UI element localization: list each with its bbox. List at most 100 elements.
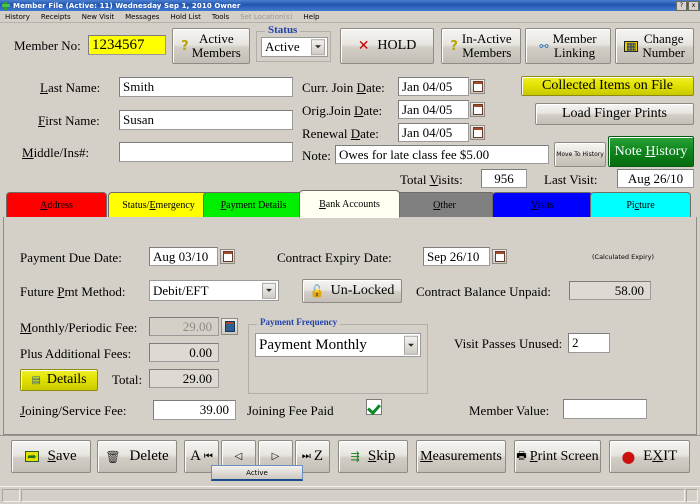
menu-item-hold-list[interactable]: Hold List <box>170 13 200 21</box>
payment-frequency-caption: Payment Frequency <box>257 317 341 327</box>
note-history-button[interactable]: Note History <box>608 136 694 167</box>
plus-additional-fees-value: 0.00 <box>149 343 219 362</box>
trash-icon: 🗑 <box>105 449 121 464</box>
nav-first-label: A <box>190 448 201 464</box>
first-record-icon: ⏮ <box>203 451 213 462</box>
save-disk-icon[interactable] <box>221 318 238 335</box>
menu-item-new-visit[interactable]: New Visit <box>82 13 114 21</box>
middle-ins-label: Middle/Ins#: <box>22 145 90 160</box>
calendar-icon[interactable] <box>470 79 485 94</box>
menu-item-messages[interactable]: Messages <box>125 13 159 21</box>
member-no-label: Member No: <box>14 38 81 53</box>
member-value-input[interactable] <box>563 399 647 419</box>
payment-due-date-label: Payment Due Date: <box>20 250 122 265</box>
move-to-history-label: Move To History <box>556 151 604 158</box>
payment-due-date-input[interactable]: Aug 03/10 <box>149 247 218 266</box>
red-circle-icon: ⬤ <box>621 449 636 464</box>
move-to-history-button[interactable]: Move To History <box>554 142 606 167</box>
help-button[interactable]: ? <box>676 1 687 11</box>
tab-bank-accounts[interactable]: Bank Accounts <box>299 190 400 218</box>
payment-frequency-select[interactable]: Payment Monthly <box>255 333 421 357</box>
menu-item-receipts[interactable]: Receipts <box>41 13 71 21</box>
member-value-label: Member Value: <box>469 403 550 418</box>
active-members-button[interactable]: ? Active MembersActiveMembers <box>172 28 250 64</box>
menu-item-help[interactable]: Help <box>304 13 320 21</box>
renewal-date-input[interactable]: Jan 04/05 <box>398 123 469 142</box>
tab-strip: Address Status/Emergency Payment Details… <box>0 190 700 218</box>
org-chart-icon: ⚯ <box>539 39 549 53</box>
status-select[interactable]: Active <box>261 37 328 57</box>
status-bar-resize-grip[interactable] <box>686 489 698 502</box>
window-title: Member File (Active: 11) Wednesday Sep 1… <box>13 1 241 10</box>
calendar-icon[interactable] <box>220 249 235 264</box>
details-button[interactable]: ▤ Details <box>20 369 98 391</box>
red-x-icon: ✕ <box>357 38 370 54</box>
active-members-label: Active MembersActiveMembers <box>191 31 241 60</box>
curr-join-date-input[interactable]: Jan 04/05 <box>398 77 469 96</box>
details-label: Details <box>46 372 87 387</box>
collected-items-label: Collected Items on File <box>541 78 674 93</box>
load-finger-prints-button[interactable]: Load Finger Prints <box>535 103 694 125</box>
tab-address[interactable]: Address <box>6 192 107 217</box>
contract-expiry-input[interactable]: Sep 26/10 <box>423 247 490 266</box>
active-record-tab[interactable]: Active <box>211 465 303 481</box>
first-name-input[interactable]: Susan <box>119 110 293 130</box>
calendar-icon[interactable] <box>492 249 507 264</box>
chevron-down-icon[interactable] <box>262 282 276 299</box>
tab-picture[interactable]: Picture <box>590 192 691 217</box>
save-button[interactable]: ➦ Save <box>11 440 91 473</box>
measurements-button[interactable]: Measurements <box>416 440 506 473</box>
chevron-down-icon[interactable] <box>311 39 325 55</box>
grid-keypad-icon: ▦ <box>623 39 639 53</box>
inactive-members-button[interactable]: ? In-Active MembersIn-ActiveMembers <box>441 28 521 64</box>
un-locked-button[interactable]: 🔓 Un-Locked <box>302 279 402 303</box>
previous-record-icon: ◁ <box>234 451 243 462</box>
joining-fee-input[interactable]: 39.00 <box>153 400 236 420</box>
tab-other[interactable]: Other <box>394 192 495 217</box>
status-group: Status Active <box>256 24 331 62</box>
status-bar-cell-main <box>21 489 685 502</box>
last-name-input[interactable]: Smith <box>119 77 293 97</box>
contract-balance-label: Contract Balance Unpaid: <box>416 284 552 299</box>
calendar-icon[interactable] <box>470 102 485 117</box>
visit-passes-input[interactable]: 2 <box>568 333 610 353</box>
next-record-icon: ▷ <box>271 451 280 462</box>
total-visits-value: 956 <box>481 169 527 188</box>
title-bar: Member File (Active: 11) Wednesday Sep 1… <box>0 0 700 11</box>
hold-button[interactable]: ✕ HOLD <box>340 28 434 64</box>
change-number-button[interactable]: ▦ Change NumberChangeNumber <box>615 28 694 64</box>
orig-join-date-input[interactable]: Jan 04/05 <box>398 100 469 119</box>
status-value: Active <box>265 39 300 54</box>
member-no-input[interactable]: 1234567 <box>88 35 166 55</box>
tab-status-emergency[interactable]: Status/Emergency <box>108 192 209 217</box>
joining-fee-paid-checkbox[interactable] <box>366 399 382 415</box>
middle-ins-input[interactable] <box>119 142 293 162</box>
delete-button[interactable]: 🗑 Delete <box>97 440 177 473</box>
close-button[interactable]: x <box>688 1 699 11</box>
hold-label: HOLD <box>377 38 417 53</box>
monthly-fee-label: Monthly/Periodic Fee: <box>20 320 138 335</box>
last-visit-value: Aug 26/10 <box>617 169 694 188</box>
calendar-icon[interactable] <box>470 125 485 140</box>
menu-item-tools[interactable]: Tools <box>212 13 229 21</box>
delete-label: Delete <box>129 448 169 464</box>
tab-payment-details[interactable]: Payment Details <box>203 192 304 217</box>
document-icon: ▤ <box>31 374 41 386</box>
bottom-toolbar: ➦ Save 🗑 Delete A ⏮ ◁ ▷ ⏭ Z ⇶ Skip Measu… <box>0 435 700 484</box>
member-linking-button[interactable]: ⚯ Member LinkingMemberLinking <box>525 28 611 64</box>
note-input[interactable]: Owes for late class fee $5.00 <box>335 145 549 164</box>
collected-items-button[interactable]: Collected Items on File <box>521 76 694 96</box>
menu-item-history[interactable]: History <box>5 13 30 21</box>
tab-visits[interactable]: Visits <box>492 192 593 217</box>
tab-status-emergency-label: Status/Emergency <box>122 199 195 211</box>
future-pmt-method-select[interactable]: Debit/EFT <box>149 280 279 301</box>
person-skip-icon: ⇶ <box>350 450 360 463</box>
skip-button[interactable]: ⇶ Skip <box>338 440 408 473</box>
print-screen-button[interactable]: 🖶 Print Screen <box>514 440 601 473</box>
plus-additional-fees-label: Plus Additional Fees: <box>20 346 132 361</box>
chevron-down-icon[interactable] <box>404 335 418 355</box>
exit-button[interactable]: ⬤ EXIT <box>609 440 690 473</box>
save-label: Save <box>47 448 77 464</box>
visit-passes-label: Visit Passes Unused: <box>454 336 563 351</box>
status-bar-cell-left <box>2 489 20 502</box>
